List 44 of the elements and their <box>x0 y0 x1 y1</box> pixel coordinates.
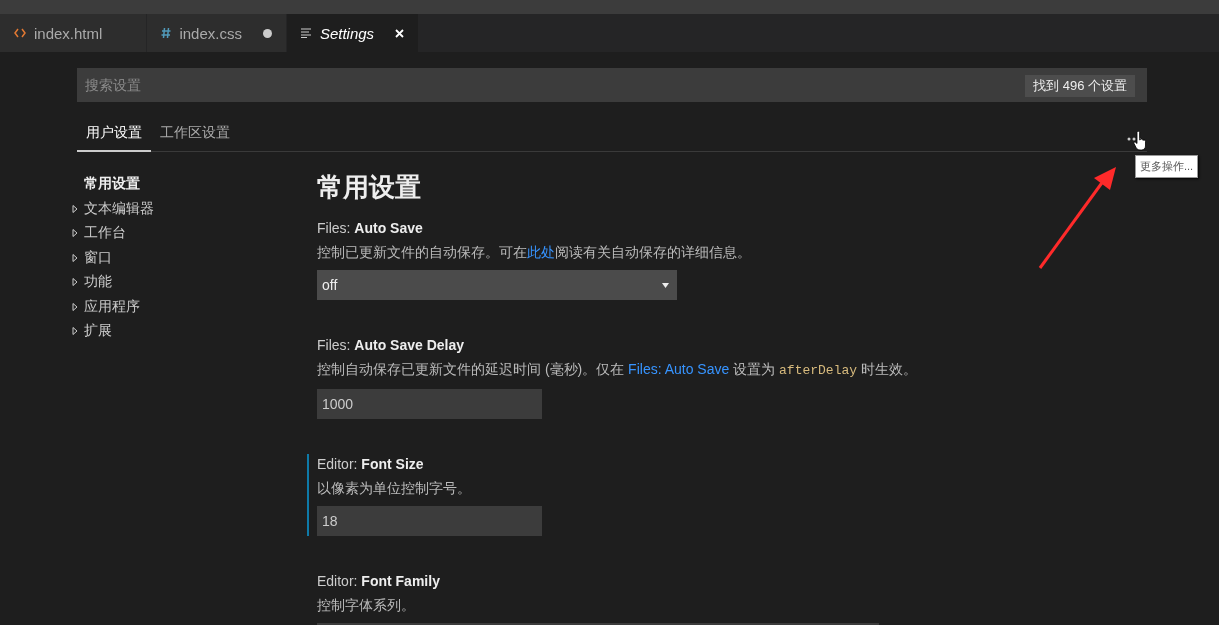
input-field[interactable]: 1000 <box>317 389 542 419</box>
setting-description: 控制字体系列。 <box>317 596 416 615</box>
toc-item[interactable]: 窗口 <box>84 248 112 267</box>
setting-description: 控制已更新文件的自动保存。可在此处阅读有关自动保存的详细信息。 <box>317 243 752 262</box>
chevron-right-icon[interactable] <box>72 278 78 287</box>
chevron-right-icon[interactable] <box>72 253 78 262</box>
editor-tab[interactable]: index.html <box>0 14 148 52</box>
code-brackets-icon <box>14 28 26 38</box>
chevron-right-icon[interactable] <box>72 302 78 311</box>
setting-title: Editor: Font Size <box>317 455 425 474</box>
editor-tab[interactable]: Settings <box>286 14 420 52</box>
result-count: 找到 496 个设置 <box>1025 75 1135 97</box>
chevron-right-icon[interactable] <box>72 204 78 213</box>
setting-link[interactable]: Files: Auto Save <box>628 361 730 377</box>
toc-item[interactable]: 工作台 <box>84 224 126 243</box>
setting-title: Files: Auto Save Delay <box>317 336 466 355</box>
toc-item[interactable]: 功能 <box>84 273 112 292</box>
tooltip: 更多操作... <box>1135 155 1199 178</box>
setting-description: 控制自动保存已更新文件的延迟时间 (毫秒)。仅在 Files: Auto Save 设置为 afterDelay 时生效。 <box>317 360 918 380</box>
caret-icon <box>662 282 669 288</box>
tab-label: index.html <box>34 24 103 42</box>
lines-icon <box>300 28 312 38</box>
hash-icon <box>161 27 172 39</box>
hand-cursor-icon <box>1133 131 1147 151</box>
close-icon[interactable] <box>395 28 405 38</box>
editor-tab[interactable]: index.css <box>147 14 287 52</box>
chevron-right-icon[interactable] <box>72 229 78 238</box>
scope-tab[interactable]: 用户设置 <box>77 120 151 152</box>
toc-item[interactable]: 应用程序 <box>84 297 140 316</box>
toc-item[interactable]: 扩展 <box>84 322 112 341</box>
toc-item[interactable]: 文本编辑器 <box>84 199 154 218</box>
chevron-right-icon[interactable] <box>72 327 78 336</box>
dropdown[interactable]: off <box>317 270 677 300</box>
setting-title: Editor: Font Family <box>317 572 441 591</box>
tab-label: index.css <box>179 24 242 42</box>
setting-description: 以像素为单位控制字号。 <box>317 479 472 498</box>
setting-title: Files: Auto Save <box>317 219 424 238</box>
input-field[interactable]: 18 <box>317 506 542 536</box>
toc-item[interactable]: 常用设置 <box>84 175 140 194</box>
tab-label: Settings <box>319 24 375 42</box>
unsaved-dot-icon <box>262 28 272 38</box>
section-title: 常用设置 <box>317 171 422 204</box>
scope-tab[interactable]: 工作区设置 <box>151 120 239 152</box>
setting-link[interactable]: 此处 <box>527 244 555 260</box>
